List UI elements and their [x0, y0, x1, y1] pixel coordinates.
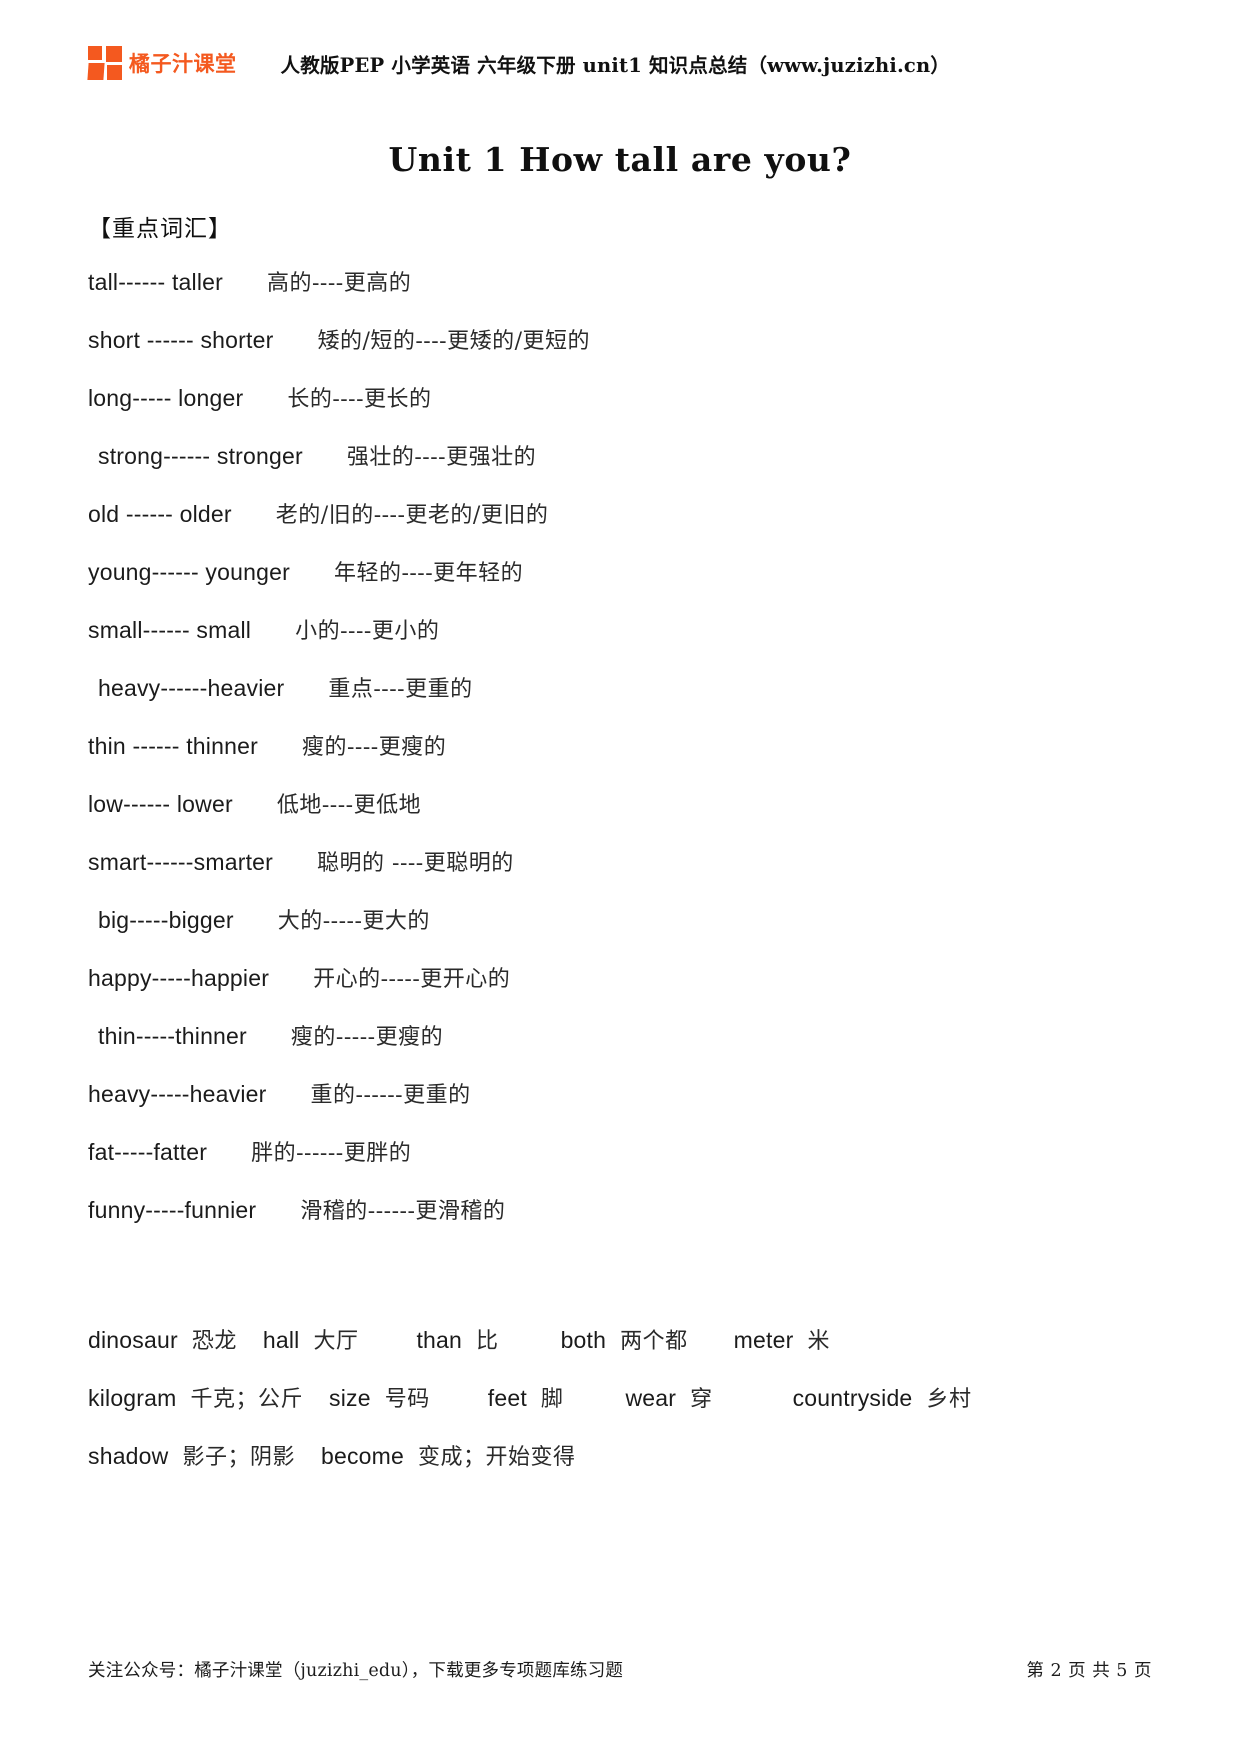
vocabulary-word-pair: long----- longer	[88, 385, 244, 411]
glossary-term: feet	[487, 1385, 527, 1411]
page-footer: 关注公众号：橘子汁课堂（juzizhi_edu），下载更多专项题库练习题 第 2…	[88, 1657, 1152, 1682]
vocabulary-translation: 矮的/短的----更矮的/更短的	[317, 329, 591, 354]
vocabulary-word-pair: heavy-----heavier	[88, 1081, 267, 1107]
glossary-row: dinosaur 恐龙 hall 大厅 than 比 both 两个都 meter 米	[88, 1311, 1152, 1369]
glossary-definition: 穿	[690, 1387, 713, 1412]
glossary-term: shadow	[88, 1443, 169, 1469]
vocabulary-row: long----- longer 长的----更长的	[88, 369, 1152, 427]
vocabulary-row: thin-----thinner 瘦的-----更瘦的	[88, 1007, 1152, 1065]
vocabulary-translation: 年轻的----更年轻的	[333, 561, 524, 586]
vocabulary-translation: 老的/旧的----更老的/更旧的	[275, 503, 549, 528]
glossary-term: than	[416, 1327, 463, 1353]
glossary-definition: 恐龙	[191, 1329, 237, 1354]
vocabulary-word-pair: tall------ taller	[88, 269, 223, 295]
glossary-definition: 影子；阴影	[182, 1445, 295, 1470]
vocabulary-word-pair: thin-----thinner	[98, 1023, 247, 1049]
page-content: 【重点词汇】 tall------ taller 高的----更高的 short -…	[0, 209, 1240, 1485]
glossary-term: meter	[733, 1327, 794, 1353]
vocabulary-translation: 开心的-----更开心的	[313, 967, 511, 992]
glossary-definition: 比	[476, 1329, 499, 1354]
glossary-term: size	[329, 1385, 371, 1411]
vocabulary-word-pair: happy-----happier	[88, 965, 270, 991]
vocabulary-word-pair: short ------ shorter	[88, 327, 274, 353]
glossary-term: kilogram	[88, 1385, 177, 1411]
page-title: Unit 1 How tall are you?	[388, 140, 852, 179]
glossary-definition: 大厅	[313, 1329, 359, 1354]
vocabulary-word-pair: old ------ older	[88, 501, 232, 527]
vocabulary-word-pair: small------ small	[88, 617, 252, 643]
vocabulary-translation: 重点----更重的	[328, 677, 473, 702]
vocabulary-row: big-----bigger 大的-----更大的	[88, 891, 1152, 949]
glossary-definition: 变成；开始变得	[418, 1445, 576, 1470]
glossary-term: hall	[262, 1327, 300, 1353]
vocabulary-row: small------ small 小的----更小的	[88, 601, 1152, 659]
vocabulary-word-pair: big-----bigger	[98, 907, 234, 933]
vocabulary-translation: 重的------更重的	[310, 1083, 471, 1108]
vocabulary-word-pair: strong------ stronger	[98, 443, 303, 469]
vocabulary-row: old ------ older 老的/旧的----更老的/更旧的	[88, 485, 1152, 543]
vocabulary-row: strong------ stronger 强壮的----更强壮的	[88, 427, 1152, 485]
vocabulary-row: heavy------heavier 重点----更重的	[88, 659, 1152, 717]
vocabulary-list: tall------ taller 高的----更高的 short ------ s…	[88, 253, 1152, 1239]
vocabulary-translation: 瘦的-----更瘦的	[290, 1025, 444, 1050]
vocabulary-word-pair: heavy------heavier	[98, 675, 285, 701]
glossary-definition: 两个都	[620, 1329, 688, 1354]
glossary-definition: 脚	[540, 1387, 564, 1412]
grid-squares-logo-icon	[87, 46, 122, 80]
vocabulary-row: tall------ taller 高的----更高的	[88, 253, 1152, 311]
vocabulary-translation: 聪明的 ----更聪明的	[317, 851, 514, 876]
header-subject-line: 人教版PEP 小学英语 六年级下册 unit1 知识点总结（www.juzizh…	[280, 53, 951, 77]
vocabulary-word-pair: thin ------ thinner	[88, 733, 258, 759]
vocabulary-row: happy-----happier 开心的-----更开心的	[88, 949, 1152, 1007]
vocabulary-word-pair: young------ younger	[88, 559, 290, 585]
vocabulary-row: fat-----fatter 胖的------更胖的	[88, 1123, 1152, 1181]
glossary-definition: 乡村	[926, 1387, 972, 1412]
glossary-definition: 米	[807, 1329, 830, 1354]
glossary-term: both	[560, 1327, 607, 1353]
vocabulary-translation: 强壮的----更强壮的	[346, 445, 537, 470]
vocabulary-row: funny-----funnier 滑稽的------更滑稽的	[88, 1181, 1152, 1239]
vocabulary-translation: 大的-----更大的	[277, 909, 430, 934]
glossary-term: countryside	[792, 1385, 913, 1411]
footer-subscribe-note: 关注公众号：橘子汁课堂（juzizhi_edu），下载更多专项题库练习题	[88, 1661, 624, 1681]
vocabulary-translation: 瘦的----更瘦的	[301, 735, 447, 760]
glossary-definition: 千克；公斤	[190, 1387, 304, 1412]
noun-glossary-list: dinosaur 恐龙 hall 大厅 than 比 both 两个都 meter 米 kilogr…	[88, 1311, 1152, 1485]
glossary-row: shadow 影子；阴影 become 变成；开始变得	[88, 1427, 1152, 1485]
vocabulary-translation: 低地----更低地	[276, 793, 422, 818]
glossary-term: become	[321, 1443, 405, 1469]
glossary-row: kilogram 千克；公斤 size 号码 feet 脚 wear 穿 countryside…	[88, 1369, 1152, 1427]
vocabulary-word-pair: low------ lower	[88, 791, 233, 817]
vocabulary-translation: 高的----更高的	[267, 271, 412, 296]
vocabulary-word-pair: funny-----funnier	[88, 1197, 257, 1223]
document-page: 橘子汁课堂 人教版PEP 小学英语 六年级下册 unit1 知识点总结（www.…	[0, 0, 1240, 1754]
vocabulary-translation: 滑稽的------更滑稽的	[300, 1199, 506, 1224]
vocabulary-row: low------ lower 低地----更低地	[88, 775, 1152, 833]
vocabulary-translation: 小的----更小的	[295, 619, 440, 644]
footer-page-number: 第 2 页 共 5 页	[1026, 1661, 1152, 1681]
vocabulary-row: short ------ shorter 矮的/短的----更矮的/更短的	[88, 311, 1152, 369]
section-heading-vocabulary: 【重点词汇】	[88, 216, 232, 242]
glossary-definition: 号码	[384, 1387, 430, 1412]
vocabulary-word-pair: fat-----fatter	[88, 1139, 208, 1165]
vocabulary-row: young------ younger 年轻的----更年轻的	[88, 543, 1152, 601]
vocabulary-translation: 胖的------更胖的	[251, 1141, 412, 1166]
brand-logo: 橘子汁课堂	[87, 46, 237, 80]
vocabulary-row: smart------smarter 聪明的 ----更聪明的	[88, 833, 1152, 891]
vocabulary-row: heavy-----heavier 重的------更重的	[88, 1065, 1152, 1123]
vocabulary-row: thin ------ thinner 瘦的----更瘦的	[88, 717, 1152, 775]
vocabulary-word-pair: smart------smarter	[88, 849, 274, 875]
glossary-term: dinosaur	[88, 1327, 178, 1353]
glossary-term: wear	[625, 1385, 677, 1411]
page-header: 橘子汁课堂 人教版PEP 小学英语 六年级下册 unit1 知识点总结（www.…	[0, 0, 1240, 86]
vocabulary-translation: 长的----更长的	[287, 387, 432, 412]
brand-name: 橘子汁课堂	[129, 52, 237, 76]
